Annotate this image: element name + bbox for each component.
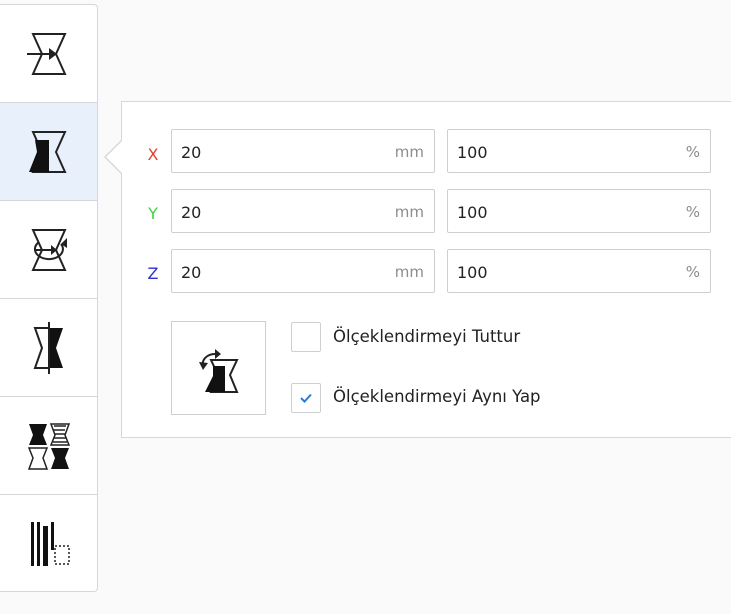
reset-scale-icon — [198, 349, 239, 393]
panel-pointer-inner — [106, 140, 123, 174]
z-percent-value: 100 — [457, 263, 488, 282]
per-model-settings-tool-button[interactable] — [0, 397, 97, 495]
rotate-tool-button[interactable] — [0, 201, 97, 299]
x-percent-input[interactable]: 100 % — [447, 129, 711, 173]
rotate-icon — [30, 228, 67, 271]
x-size-value: 20 — [181, 143, 202, 162]
move-tool-button[interactable] — [0, 5, 97, 103]
y-size-value: 20 — [181, 203, 202, 222]
y-percent-value: 100 — [457, 203, 488, 222]
scale-icon — [28, 130, 67, 173]
x-percent-unit: % — [685, 143, 700, 161]
snap-scaling-label: Ölçeklendirmeyi Tuttur — [333, 327, 521, 346]
y-axis-label: Y — [148, 204, 158, 223]
snap-scaling-checkbox[interactable] — [291, 322, 321, 352]
y-percent-input[interactable]: 100 % — [447, 189, 711, 233]
reset-scale-button[interactable] — [171, 321, 266, 415]
z-axis-label: Z — [147, 264, 159, 283]
support-blocker-tool-button[interactable] — [0, 495, 97, 593]
mirror-tool-button[interactable] — [0, 299, 97, 397]
mirror-icon — [33, 321, 63, 374]
y-size-input[interactable]: 20 mm — [171, 189, 435, 233]
support-blocker-icon — [30, 522, 70, 566]
move-icon — [26, 32, 67, 75]
z-percent-unit: % — [685, 263, 700, 281]
uniform-scaling-checkbox[interactable] — [291, 383, 321, 413]
uniform-scaling-label: Ölçeklendirmeyi Aynı Yap — [333, 387, 541, 406]
per-model-settings-icon — [27, 422, 70, 470]
y-percent-unit: % — [685, 203, 700, 221]
z-size-value: 20 — [181, 263, 202, 282]
y-size-unit: mm — [394, 203, 424, 221]
x-axis-label: X — [147, 145, 159, 164]
x-size-unit: mm — [394, 143, 424, 161]
checkmark-icon — [300, 393, 312, 403]
scale-tool-button[interactable] — [0, 103, 97, 201]
x-size-input[interactable]: 20 mm — [171, 129, 435, 173]
x-percent-value: 100 — [457, 143, 488, 162]
z-percent-input[interactable]: 100 % — [447, 249, 711, 293]
z-size-input[interactable]: 20 mm — [171, 249, 435, 293]
tool-panel — [0, 4, 98, 592]
z-size-unit: mm — [394, 263, 424, 281]
